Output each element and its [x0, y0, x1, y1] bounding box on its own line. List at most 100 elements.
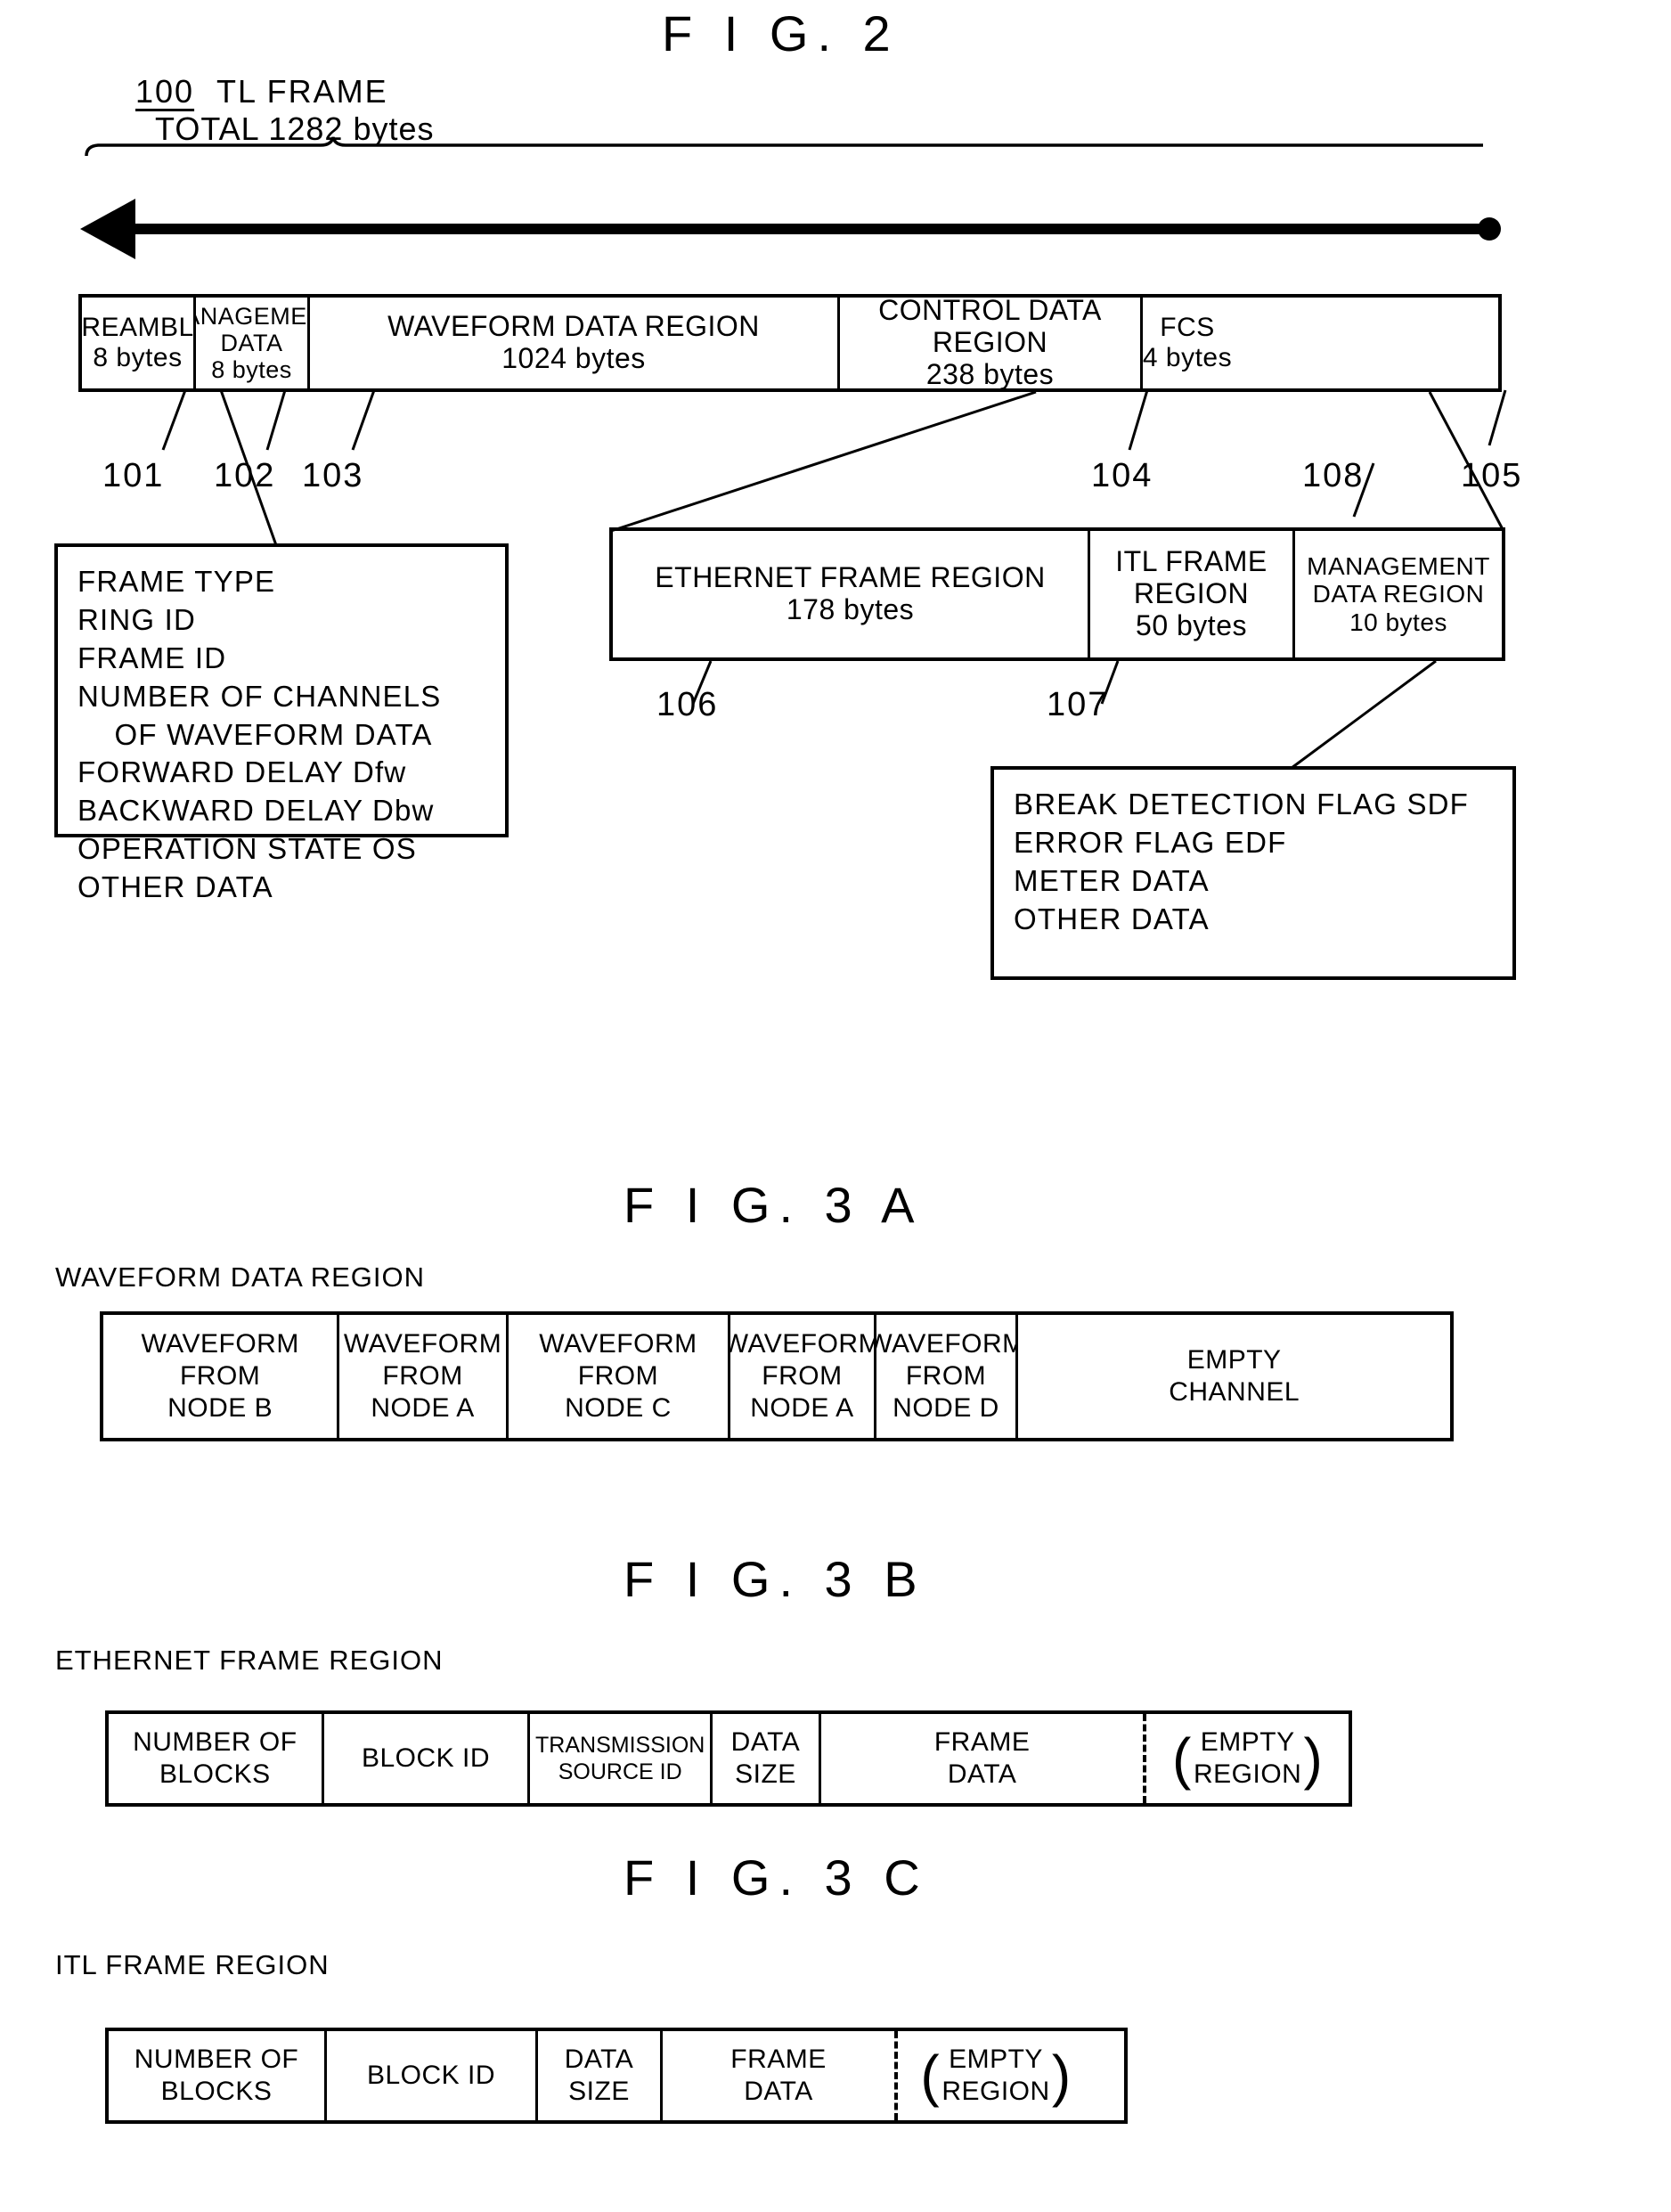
left-paren-glyph: ( — [920, 2044, 941, 2108]
ethernet-region-cell-5-line-1: REGION — [1193, 1759, 1302, 1789]
waveform-region-cell-2: WAVEFORM FROM NODE C — [509, 1315, 731, 1438]
ethernet-region-cell-2-line-0: TRANSMISSION — [535, 1733, 705, 1758]
tl-frame-cell-1-line-1: DATA — [220, 329, 283, 356]
ethernet-region-cell-1-line-0: BLOCK ID — [361, 1743, 491, 1773]
control-region-cell-0: ETHERNET FRAME REGION 178 bytes — [613, 531, 1090, 657]
ethernet-region-cell-0: NUMBER OF BLOCKS — [109, 1714, 324, 1803]
management-detail-line-5: FORWARD DELAY Dfw — [77, 755, 407, 789]
waveform-region-cell-1-line-2: NODE A — [371, 1393, 475, 1423]
ethernet-frame-region-table: NUMBER OF BLOCKS BLOCK ID TRANSMISSION SOURC… — [105, 1710, 1352, 1807]
ethernet-region-cell-4: FRAME DATA — [821, 1714, 1143, 1803]
waveform-region-cell-5-line-1: CHANNEL — [1169, 1377, 1300, 1407]
tl-frame-cell-3-line-1: REGION — [932, 326, 1048, 359]
ref-107: 107 — [1047, 686, 1109, 723]
tl-frame-cell-2-line-1: 1024 bytes — [501, 342, 646, 374]
waveform-region-cell-1: WAVEFORM FROM NODE A — [339, 1315, 509, 1438]
tl-frame-cell-4-line-1: 4 bytes — [1143, 343, 1232, 372]
waveform-region-cell-0-line-0: WAVEFORM — [141, 1329, 299, 1359]
tl-frame-cell-1: MANAGEMENTDATA8 bytes — [196, 298, 310, 388]
itl-region-cell-3-line-0: FRAME — [730, 2045, 827, 2074]
waveform-region-cell-2-line-2: NODE C — [565, 1393, 672, 1423]
frame-name-label: TL FRAME — [216, 73, 388, 110]
tl-frame-cell-2-line-0: WAVEFORM DATA REGION — [387, 310, 760, 343]
tl-frame-cell-1-line-2: 8 bytes — [211, 356, 292, 384]
control-data-region-bar: ETHERNET FRAME REGION 178 bytes ITL FRAME R… — [609, 527, 1505, 661]
ethernet-region-cell-2-line-1: SOURCE ID — [558, 1759, 682, 1784]
control-region-cell-0-line-1: 178 bytes — [786, 593, 915, 625]
tl-frame-cell-3-line-2: 238 bytes — [925, 357, 1055, 388]
management-detail-line-7: OPERATION STATE OS — [77, 832, 417, 866]
management-data-detail-box: FRAME TYPE RING ID FRAME ID NUMBER OF CHANN… — [54, 543, 509, 903]
left-paren-glyph: ( — [1171, 1726, 1192, 1791]
itl-frame-region-table: NUMBER OF BLOCKS BLOCK ID DATA SIZE FRAME DATA… — [105, 2028, 1128, 2124]
figure-3a-caption: WAVEFORM DATA REGION — [55, 1261, 425, 1293]
itl-region-cell-4: () EMPTY REGION — [894, 2031, 1094, 2120]
ethernet-region-cell-5-line-0: EMPTY — [1200, 1727, 1295, 1757]
control-region-cell-1-line-1: REGION — [1133, 577, 1250, 610]
management-detail-line-0: FRAME TYPE — [77, 565, 276, 598]
frame-direction-arrow — [80, 199, 1501, 259]
management-detail-line-3: NUMBER OF CHANNELS — [77, 679, 442, 713]
tl-frame-cell-0-line-0: PREAMBLE — [82, 313, 194, 343]
ethernet-region-cell-4-line-1: DATA — [947, 1759, 1017, 1789]
control-region-cell-1-line-0: ITL FRAME — [1115, 545, 1268, 578]
management-region-detail-line-0: BREAK DETECTION FLAG SDF — [1014, 788, 1470, 820]
ethernet-region-cell-0-line-1: BLOCKS — [159, 1759, 271, 1789]
ethernet-region-cell-1: BLOCK ID — [324, 1714, 531, 1803]
waveform-region-cell-0-line-2: NODE B — [167, 1393, 273, 1423]
ref-104: 104 — [1091, 457, 1153, 494]
itl-region-cell-2-line-1: SIZE — [568, 2077, 630, 2106]
ethernet-region-cell-3: DATA SIZE — [713, 1714, 821, 1803]
waveform-region-cell-5: EMPTY CHANNEL — [1018, 1315, 1450, 1438]
itl-region-cell-1: BLOCK ID — [327, 2031, 538, 2120]
control-region-cell-0-line-0: ETHERNET FRAME REGION — [655, 561, 1046, 594]
control-region-cell-1-line-2: 50 bytes — [1136, 608, 1247, 641]
control-region-cell-1: ITL FRAME REGION 50 bytes — [1090, 531, 1295, 657]
itl-region-cell-2-line-0: DATA — [564, 2045, 634, 2074]
empty-region-paren-group: () EMPTY REGION — [920, 2044, 1071, 2108]
tl-frame-cell-3: CONTROL DATA REGION 238 bytes — [840, 298, 1143, 388]
itl-region-cell-4-line-0: EMPTY — [949, 2045, 1043, 2074]
management-region-detail-line-2: METER DATA — [1014, 863, 1210, 897]
itl-region-cell-2: DATA SIZE — [538, 2031, 663, 2120]
tl-frame-cell-0-line-1: 8 bytes — [93, 343, 183, 372]
tl-frame-cell-3-line-0: CONTROL DATA — [878, 298, 1102, 327]
waveform-region-cell-0: WAVEFORM FROM NODE B — [103, 1315, 340, 1438]
tl-frame-cell-4-line-0: FCS — [1160, 313, 1215, 343]
management-detail-line-8: OTHER DATA — [77, 870, 273, 904]
waveform-region-cell-4-line-1: FROM — [905, 1361, 987, 1391]
figure-3c-caption: ITL FRAME REGION — [55, 1949, 330, 1980]
right-paren-glyph: ) — [1051, 2044, 1072, 2108]
ethernet-region-cell-4-line-0: FRAME — [933, 1727, 1031, 1757]
itl-region-cell-0-line-0: NUMBER OF — [134, 2045, 299, 2074]
ref-102: 102 — [214, 457, 276, 494]
right-paren-glyph: ) — [1303, 1726, 1324, 1791]
tl-frame-cell-0: PREAMBLE8 bytes — [82, 298, 196, 388]
tl-frame-cell-1-line-0: MANAGEMENT — [196, 302, 307, 330]
tl-frame-cell-2: WAVEFORM DATA REGION 1024 bytes — [310, 298, 840, 388]
waveform-region-cell-2-line-1: FROM — [577, 1361, 659, 1391]
itl-region-cell-3: FRAME DATA — [663, 2031, 894, 2120]
figure-2-title: F I G. 2 — [662, 5, 900, 61]
management-region-detail-line-1: ERROR FLAG EDF — [1014, 825, 1287, 859]
management-detail-line-1: RING ID — [77, 602, 197, 636]
itl-region-cell-0-line-1: BLOCKS — [160, 2077, 273, 2106]
control-region-cell-2: MANAGEMENT DATA REGION 10 bytes — [1295, 531, 1502, 657]
figure-3b-title: F I G. 3 B — [624, 1551, 926, 1607]
ethernet-region-cell-3-line-0: DATA — [730, 1727, 801, 1757]
control-region-cell-2-line-1: DATA REGION — [1312, 580, 1485, 608]
figure-3b-caption: ETHERNET FRAME REGION — [55, 1645, 444, 1676]
ref-105: 105 — [1461, 457, 1523, 494]
waveform-region-cell-4-line-2: NODE D — [893, 1393, 999, 1423]
management-detail-line-2: FRAME ID — [77, 641, 227, 674]
waveform-data-region-table: WAVEFORM FROM NODE B WAVEFORM FROM NODE A WAVE… — [100, 1311, 1454, 1441]
management-region-detail-line-3: OTHER DATA — [1014, 902, 1210, 935]
patent-figure-sheet: F I G. 2 100 TL FRAME TOTAL 1282 bytes P… — [0, 0, 1671, 2212]
ref-103: 103 — [302, 457, 364, 494]
frame-ref-number: 100 — [135, 73, 195, 110]
waveform-region-cell-5-line-0: EMPTY — [1186, 1345, 1282, 1375]
itl-region-cell-4-line-1: REGION — [941, 2077, 1050, 2106]
ethernet-region-cell-3-line-1: SIZE — [735, 1759, 796, 1789]
ref-106: 106 — [656, 686, 719, 723]
tl-frame-cell-4: FCS 4 bytes — [1143, 298, 1232, 388]
